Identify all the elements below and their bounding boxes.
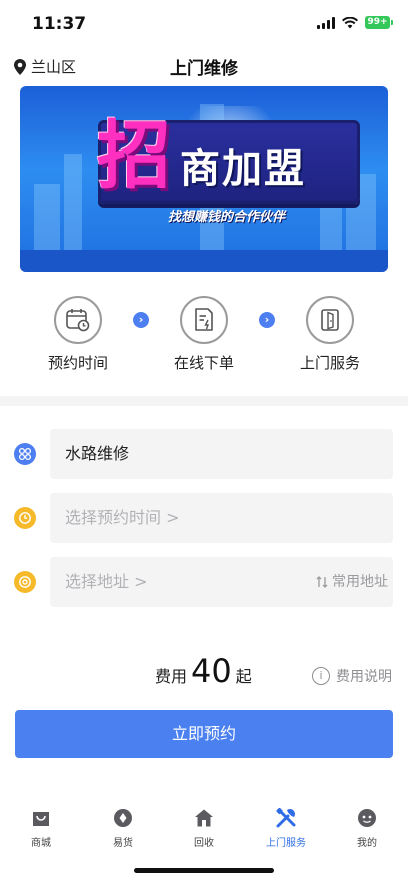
banner-stripe <box>20 250 388 272</box>
fee-display: 费用 40 起 <box>155 652 252 690</box>
banner-sub-text: 找想赚钱的合作伙伴 <box>168 210 286 225</box>
step-circle <box>180 296 228 344</box>
step-label: 上门服务 <box>299 354 360 372</box>
tools-icon <box>274 806 298 830</box>
wifi-icon <box>342 16 358 28</box>
tab-shop[interactable]: 商城 <box>0 806 82 849</box>
step-circle <box>54 296 102 344</box>
appointment-time-field[interactable]: 选择预约时间 > <box>50 493 393 543</box>
section-divider <box>0 396 408 406</box>
service-category-icon <box>14 443 36 465</box>
home-recycle-icon <box>192 806 216 830</box>
service-steps: 预约时间 › 在线下单 › 上门服务 <box>0 296 408 376</box>
tab-onsite-service[interactable]: 上门服务 <box>245 806 327 849</box>
fee-label: 费用 <box>155 667 188 686</box>
address-row: 选择地址 > 常用地址 <box>0 557 408 607</box>
tab-bar: 商城 易货 回收 上门服务 我的 <box>0 798 408 858</box>
tab-profile[interactable]: 我的 <box>326 806 408 849</box>
tab-label: 回收 <box>194 838 214 849</box>
status-time: 11:37 <box>32 14 87 34</box>
banner-building <box>64 154 82 254</box>
status-icons: 99+ <box>317 16 393 29</box>
shop-bag-icon <box>29 806 53 830</box>
info-icon: i <box>312 667 330 685</box>
signal-icon <box>317 16 335 29</box>
status-bar: 11:37 99+ <box>0 0 408 48</box>
battery-indicator: 99+ <box>365 16 393 29</box>
swap-icon <box>316 576 328 588</box>
banner-building <box>34 184 60 254</box>
barter-icon <box>111 806 135 830</box>
page-title: 上门维修 <box>170 59 238 79</box>
promo-banner[interactable]: 招 商加盟 找想赚钱的合作伙伴 <box>20 86 388 272</box>
service-type-field[interactable]: 水路维修 <box>50 429 393 479</box>
step-arrow-icon: › <box>259 312 275 328</box>
service-type-row: 水路维修 <box>0 429 408 479</box>
banner-main-text: 商加盟 <box>180 146 306 192</box>
order-form-icon <box>195 308 213 331</box>
header: 兰山区 上门维修 <box>0 50 408 84</box>
common-address-button[interactable]: 常用地址 <box>316 557 388 607</box>
appointment-time-row: 选择预约时间 > <box>0 493 408 543</box>
tab-label: 易货 <box>113 838 133 849</box>
profile-face-icon <box>355 806 379 830</box>
banner-big-char: 招 <box>97 113 171 199</box>
step-onsite-service: 上门服务 <box>285 296 375 373</box>
tab-label: 商城 <box>31 838 51 849</box>
common-address-label: 常用地址 <box>332 574 388 590</box>
tab-label: 我的 <box>357 838 377 849</box>
screen: 11:37 99+ 兰山区 上门维修 招 商加盟 找想赚钱的合作伙伴 预约时间 … <box>0 0 408 883</box>
tab-recycle[interactable]: 回收 <box>163 806 245 849</box>
fee-explanation-label: 费用说明 <box>336 669 392 685</box>
step-label: 在线下单 <box>173 354 234 372</box>
calendar-clock-icon <box>66 309 90 332</box>
address-target-icon <box>14 571 36 593</box>
clock-icon <box>14 507 36 529</box>
door-icon <box>321 309 339 331</box>
step-circle <box>306 296 354 344</box>
tab-barter[interactable]: 易货 <box>82 806 164 849</box>
step-order-online: 在线下单 <box>159 296 249 373</box>
step-book-time: 预约时间 <box>33 296 123 373</box>
book-now-button[interactable]: 立即预约 <box>15 710 393 758</box>
fee-value: 40 <box>191 652 232 690</box>
tab-label: 上门服务 <box>266 838 306 849</box>
step-arrow-icon: › <box>133 312 149 328</box>
fee-unit: 起 <box>235 667 252 686</box>
home-indicator[interactable] <box>134 868 274 873</box>
step-label: 预约时间 <box>47 354 108 372</box>
fee-explanation-link[interactable]: i 费用说明 <box>312 666 392 686</box>
